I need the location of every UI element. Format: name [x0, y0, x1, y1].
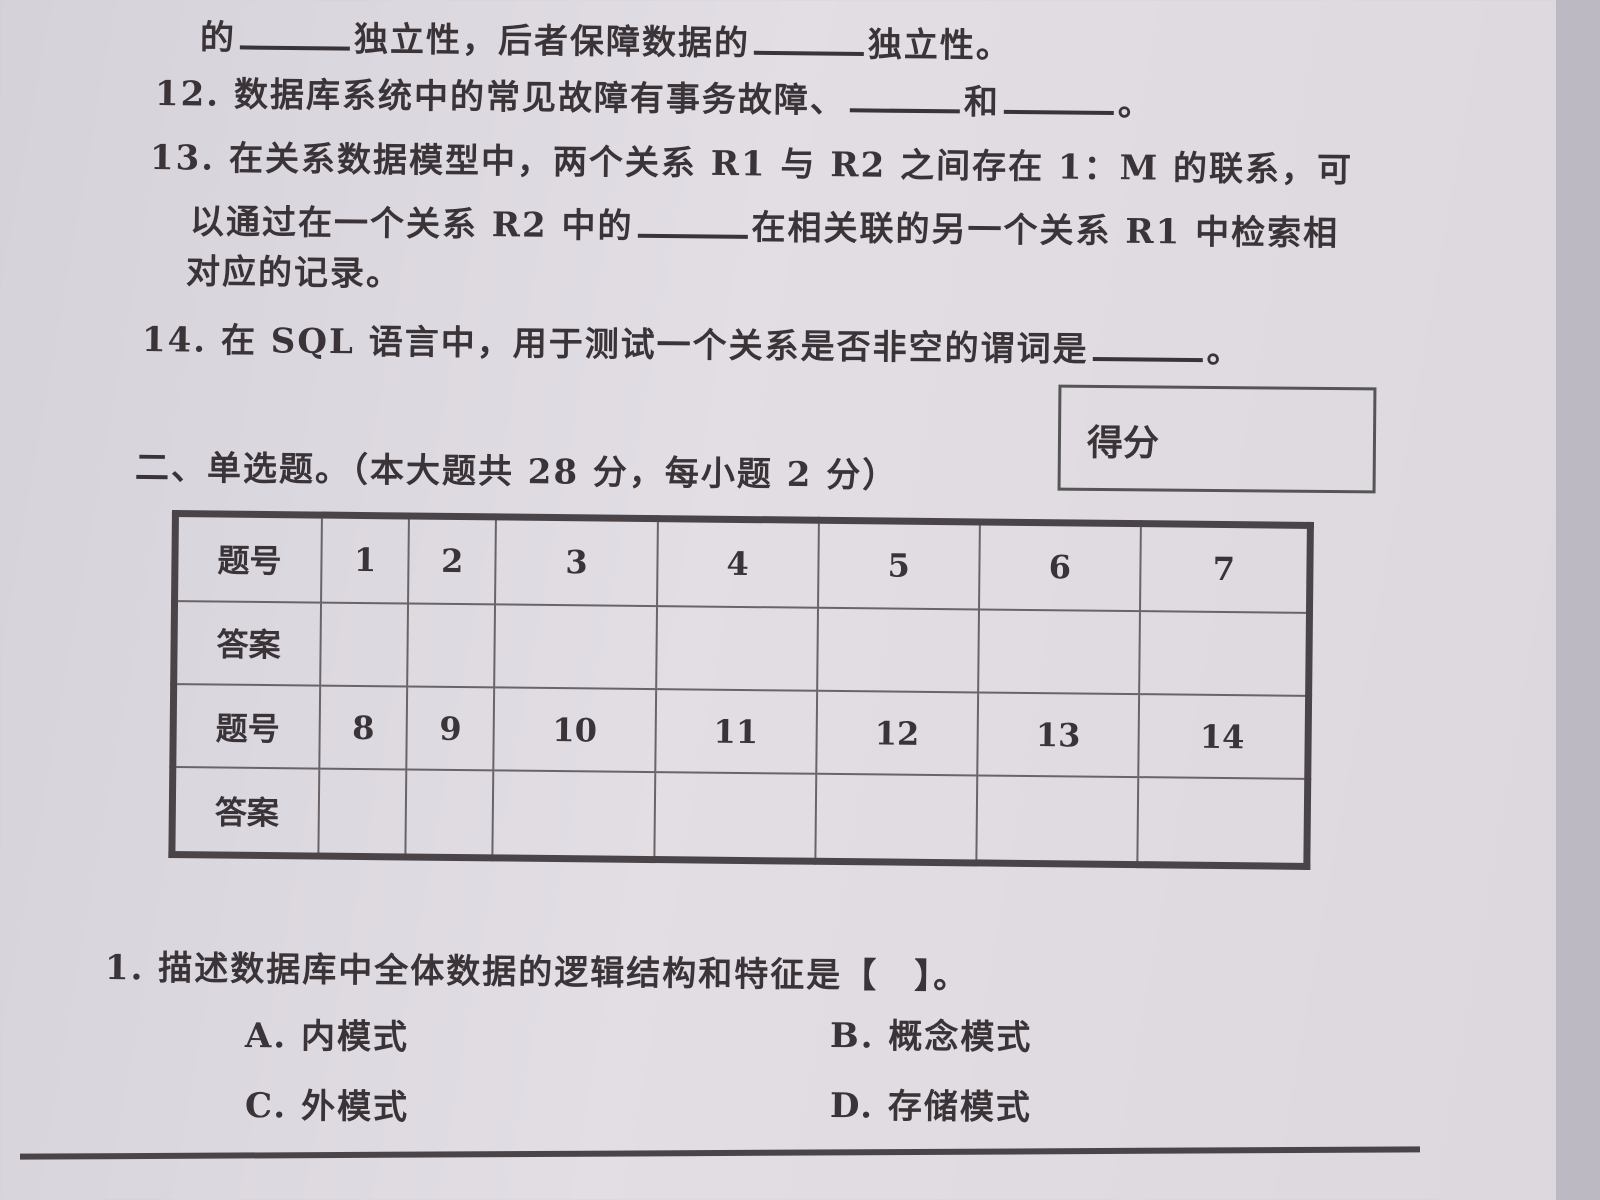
answer-blank [1092, 356, 1203, 363]
table-row: 题号 1 2 3 4 5 6 7 [174, 513, 1311, 613]
answer-blank [849, 108, 960, 114]
answer-cell[interactable] [655, 605, 818, 691]
score-box[interactable]: 得分 [1057, 384, 1377, 494]
question-number: 12 [815, 690, 978, 776]
table-row: 题号 8 9 10 11 12 13 14 [172, 684, 1309, 780]
question-number: 7 [1139, 523, 1311, 613]
question-number: 8 [319, 685, 408, 770]
question-number: 13 [977, 692, 1140, 778]
text: 14. 在 SQL 语言中，用于测试一个关系是否非空的谓词是 [141, 320, 1089, 370]
q11-continuation: 的 独立性，后者保障数据的 独立性。 [200, 10, 1012, 68]
answer-cell[interactable] [815, 773, 978, 863]
option-b: B. 概念模式 [829, 1016, 1033, 1059]
text: 独立性。 [867, 24, 1013, 67]
question-number: 6 [978, 521, 1141, 611]
answer-cell[interactable] [405, 769, 494, 858]
mc-question-1: 1. 描述数据库中全体数据的逻辑结构和特征是【 】。 [104, 948, 970, 998]
answer-cell[interactable] [407, 603, 496, 688]
row-label: 答案 [171, 767, 320, 857]
question-number: 4 [656, 518, 819, 608]
row-label: 题号 [174, 513, 322, 603]
answer-blank [239, 45, 350, 51]
answer-blank [753, 50, 864, 56]
question-13-line3: 对应的记录。 [185, 252, 403, 295]
question-number: 9 [406, 686, 495, 771]
question-number: 14 [1138, 694, 1309, 780]
text: 和 [963, 82, 1001, 123]
row-label: 答案 [173, 600, 322, 686]
text: 。 [1117, 84, 1155, 125]
answer-cell[interactable] [492, 770, 655, 860]
text: 的 [199, 18, 237, 59]
question-number: 5 [817, 520, 980, 610]
answer-cell[interactable] [318, 768, 407, 857]
answer-cell[interactable] [1137, 777, 1308, 867]
answer-cell[interactable] [494, 604, 657, 690]
answer-cell[interactable] [977, 609, 1140, 695]
answer-blank [637, 233, 748, 239]
text: 独立性，后者保障数据的 [353, 19, 751, 64]
text: 12. 数据库系统中的常见故障有事务故障、 [154, 74, 847, 122]
answer-cell[interactable] [653, 772, 816, 862]
score-label: 得分 [1086, 421, 1160, 465]
question-number: 10 [493, 687, 656, 773]
question-12: 12. 数据库系统中的常见故障有事务故障、 和 。 [155, 66, 1154, 125]
option-a: A. 内模式 [244, 1016, 410, 1058]
question-number: 2 [408, 515, 497, 605]
question-number: 1 [321, 515, 410, 604]
answer-cell[interactable] [1139, 610, 1310, 696]
text: 。 [1206, 331, 1243, 372]
answer-table: 题号 1 2 3 4 5 6 7 答案 题号 8 9 10 11 12 13 1… [168, 510, 1314, 870]
option-c: C. 外模式 [244, 1086, 410, 1128]
text: 在相关联的另一个关系 R1 中检索相 [751, 207, 1340, 255]
answer-cell[interactable] [320, 602, 409, 687]
question-number: 3 [495, 516, 658, 606]
answer-cell[interactable] [976, 775, 1139, 865]
section-title: 二、单选题。（本大题共 28 分，每小题 2 分） [134, 448, 899, 496]
question-number: 11 [654, 689, 817, 774]
answer-cell[interactable] [816, 607, 979, 693]
option-d: D. 存储模式 [829, 1086, 1033, 1129]
text: 以通过在一个关系 R2 中的 [189, 202, 634, 247]
paper-edge [1556, 0, 1600, 1200]
table-row: 答案 [171, 767, 1308, 867]
table-row: 答案 [173, 600, 1310, 696]
row-label: 题号 [172, 684, 321, 769]
answer-blank [1003, 109, 1114, 116]
